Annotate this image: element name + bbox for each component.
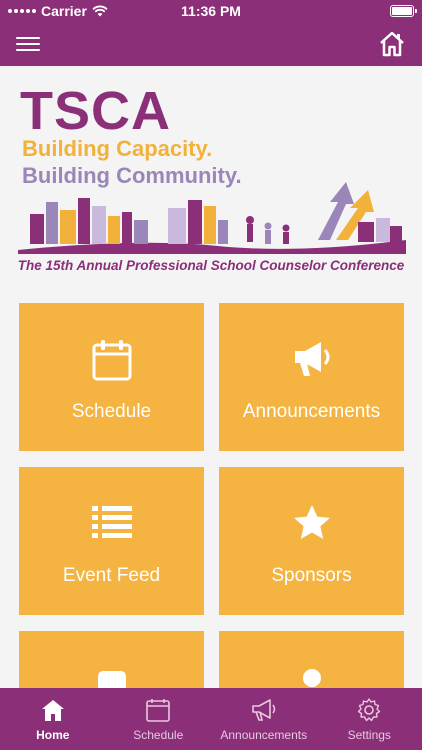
person-icon xyxy=(302,669,321,687)
status-bar: Carrier 11:36 PM xyxy=(0,0,422,22)
event-feed-tile[interactable]: Event Feed xyxy=(19,467,204,615)
map-tile[interactable] xyxy=(19,631,204,689)
tagline-capacity: Building Capacity. xyxy=(22,136,213,161)
battery-icon xyxy=(390,5,417,17)
tab-schedule[interactable]: Schedule xyxy=(106,688,212,750)
tab-announcements[interactable]: Announcements xyxy=(211,688,317,750)
star-icon xyxy=(293,505,330,539)
sponsors-tile[interactable]: Sponsors xyxy=(219,467,404,615)
tab-home[interactable]: Home xyxy=(0,688,106,750)
calendar-icon xyxy=(146,699,171,722)
announcements-tile-label: Announcements xyxy=(242,401,381,422)
clock: 11:36 PM xyxy=(181,3,241,19)
megaphone-icon xyxy=(251,699,276,721)
tab-announcements-label: Announcements xyxy=(220,728,308,742)
tab-schedule-label: Schedule xyxy=(133,728,184,742)
nav-bar xyxy=(0,22,422,66)
megaphone-icon xyxy=(294,342,329,376)
list-icon xyxy=(91,506,132,538)
map-pin-icon xyxy=(97,671,126,689)
tsca-logo: TSCA xyxy=(20,81,171,141)
sponsors-tile-label: Sponsors xyxy=(271,565,352,586)
conference-subtitle: The 15th Annual Professional School Coun… xyxy=(17,258,405,273)
gear-icon xyxy=(358,698,381,722)
menu-icon[interactable] xyxy=(16,34,40,54)
announcements-tile[interactable]: Announcements xyxy=(219,303,404,451)
tab-home-label: Home xyxy=(36,728,70,742)
tab-settings-label: Settings xyxy=(347,728,391,742)
calendar-icon xyxy=(92,340,131,381)
tab-bar: Home Schedule Announcements Settings xyxy=(0,688,422,750)
community-illustration xyxy=(18,182,406,254)
schedule-tile-label: Schedule xyxy=(71,401,152,422)
conference-banner: TSCA Building Capacity. Building Communi… xyxy=(0,66,422,292)
home-icon[interactable] xyxy=(378,30,406,58)
event-feed-tile-label: Event Feed xyxy=(62,565,161,586)
tab-settings[interactable]: Settings xyxy=(317,688,422,750)
home-icon xyxy=(41,700,64,721)
attendees-tile[interactable] xyxy=(219,631,404,689)
schedule-tile[interactable]: Schedule xyxy=(19,303,204,451)
